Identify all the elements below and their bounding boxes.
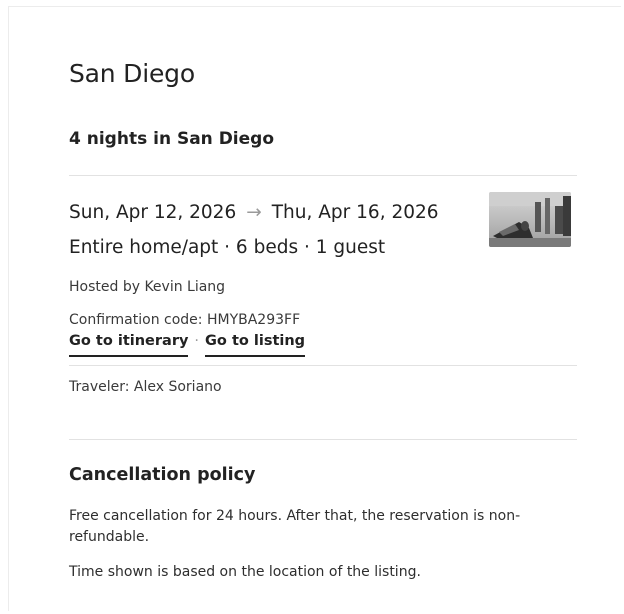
reservation-links: Go to itinerary · Go to listing bbox=[69, 333, 306, 357]
divider bbox=[69, 175, 577, 176]
check-in-date: Sun, Apr 12, 2026 bbox=[69, 202, 237, 223]
timezone-note: Time shown is based on the location of t… bbox=[69, 564, 421, 580]
confirmation-code: Confirmation code: HMYBA293FF bbox=[69, 312, 301, 328]
cancellation-policy-heading: Cancellation policy bbox=[69, 465, 256, 485]
email-page: San Diego 4 nights in San Diego Sun, Apr… bbox=[8, 6, 621, 611]
go-to-listing-link[interactable]: Go to listing bbox=[205, 333, 306, 357]
listing-photo-icon bbox=[489, 192, 571, 247]
link-separator: · bbox=[194, 333, 200, 349]
go-to-itinerary-link[interactable]: Go to itinerary bbox=[69, 333, 189, 357]
listing-summary: Entire home/apt · 6 beds · 1 guest bbox=[69, 237, 386, 258]
cancellation-policy-text: Free cancellation for 24 hours. After th… bbox=[69, 508, 521, 545]
listing-photo-thumbnail[interactable] bbox=[489, 192, 571, 247]
arrow-right-icon: → bbox=[246, 202, 262, 223]
divider bbox=[69, 365, 577, 366]
divider bbox=[69, 439, 577, 440]
host-line: Hosted by Kevin Liang bbox=[69, 279, 226, 295]
city-title: San Diego bbox=[69, 59, 195, 88]
date-range: Sun, Apr 12, 2026 → Thu, Apr 16, 2026 bbox=[69, 202, 439, 223]
nights-heading: 4 nights in San Diego bbox=[69, 129, 275, 149]
check-out-date: Thu, Apr 16, 2026 bbox=[271, 202, 439, 223]
traveler-line: Traveler: Alex Soriano bbox=[69, 379, 222, 395]
